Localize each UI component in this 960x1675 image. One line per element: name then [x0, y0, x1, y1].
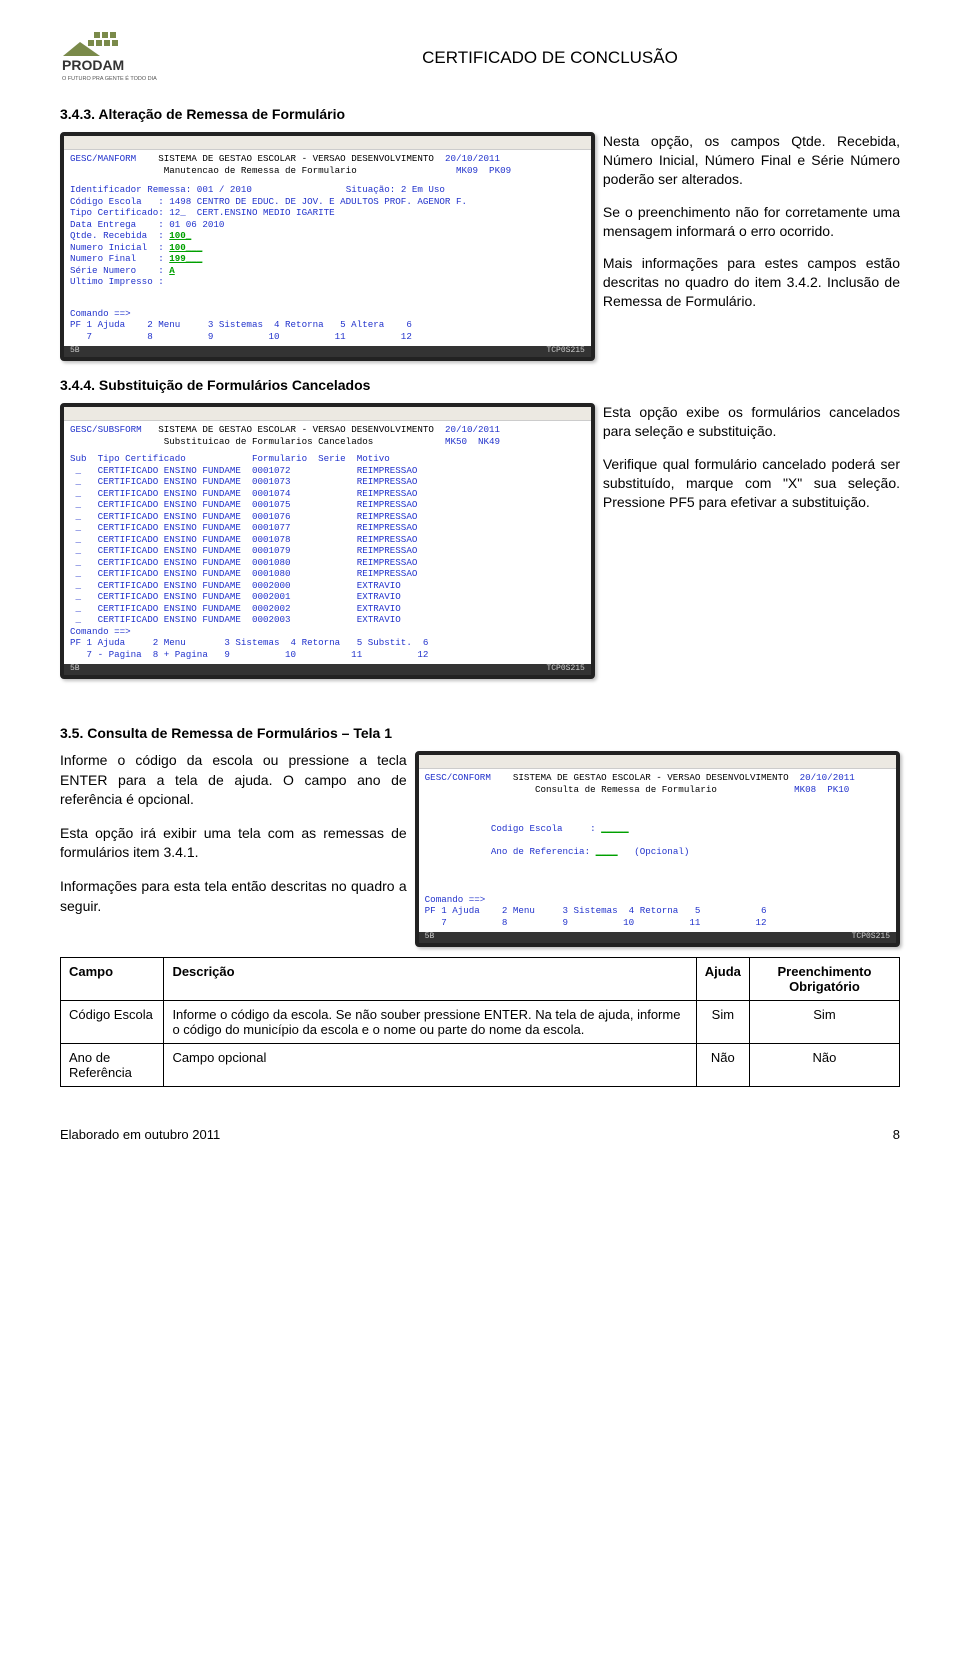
pf-keys: PF 1 Ajuda 2 Menu 3 Sistemas 4 Retorna 5…: [70, 319, 585, 342]
svg-text:PRODAM: PRODAM: [62, 57, 124, 73]
table-rows: _ CERTIFICADO ENSINO FUNDAME 0001072 REI…: [70, 465, 585, 626]
table-head: Sub Tipo Certificado Formulario Serie Mo…: [70, 453, 585, 465]
block-343: GESC/MANFORM SISTEMA DE GESTAO ESCOLAR -…: [60, 132, 900, 361]
block-35: Informe o código da escola ou pressione …: [60, 751, 900, 947]
brand-tagline: O FUTURO PRA GENTE É TODO DIA: [62, 75, 157, 82]
page-number: 8: [893, 1127, 900, 1142]
heading-35: 3.5. Consulta de Remessa de Formulários …: [60, 725, 900, 741]
table-row: Ano de Referência Campo opcional Não Não: [61, 1044, 900, 1087]
fields-table: Campo Descrição Ajuda Preenchimento Obri…: [60, 957, 900, 1087]
screenshot-toolbar: [64, 136, 591, 150]
screenshot-conform: GESC/CONFORM SISTEMA DE GESTAO ESCOLAR -…: [415, 751, 900, 947]
table-header-row: Campo Descrição Ajuda Preenchimento Obri…: [61, 958, 900, 1001]
screenshot-manform: GESC/MANFORM SISTEMA DE GESTAO ESCOLAR -…: [60, 132, 595, 361]
screenshot-toolbar: [64, 407, 591, 421]
heading-343: 3.4.3. Alteração de Remessa de Formulári…: [60, 106, 900, 122]
page-header: PRODAM O FUTURO PRA GENTE É TODO DIA CER…: [60, 30, 900, 90]
paragraph: Se o preenchimento não for corretamente …: [603, 203, 900, 241]
paragraph: Esta opção exibe os formulários cancelad…: [603, 403, 900, 441]
page-footer: Elaborado em outubro 2011 8: [60, 1127, 900, 1142]
table-row: Código Escola Informe o código da escola…: [61, 1001, 900, 1044]
col-ajuda: Ajuda: [696, 958, 749, 1001]
block-344: GESC/SUBSFORM SISTEMA DE GESTAO ESCOLAR …: [60, 403, 900, 679]
cmd-line: Comando ==>: [425, 894, 890, 906]
paragraph: Verifique qual formulário cancelado pode…: [603, 455, 900, 512]
screenshot-header: GESC/SUBSFORM SISTEMA DE GESTAO ESCOLAR …: [70, 424, 585, 447]
status-bar: 5BTCP0S215: [64, 346, 591, 357]
screenshot-body: Codigo Escola : _____ Ano de Referencia:…: [425, 823, 890, 858]
heading-344: 3.4.4. Substituição de Formulários Cance…: [60, 377, 900, 393]
screenshot-subsform: GESC/SUBSFORM SISTEMA DE GESTAO ESCOLAR …: [60, 403, 595, 679]
screenshot-toolbar: [419, 755, 896, 769]
screenshot-body: Identificador Remessa: 001 / 2010 Situaç…: [70, 184, 585, 288]
pf-keys: PF 1 Ajuda 2 Menu 3 Sistemas 4 Retorna 5…: [70, 637, 585, 660]
paragraph: Informações para esta tela então descrit…: [60, 877, 407, 916]
col-descricao: Descrição: [164, 958, 696, 1001]
footer-text: Elaborado em outubro 2011: [60, 1127, 220, 1142]
paragraph: Esta opção irá exibir uma tela com as re…: [60, 824, 407, 863]
col-campo: Campo: [61, 958, 164, 1001]
screenshot-header: GESC/MANFORM SISTEMA DE GESTAO ESCOLAR -…: [70, 153, 585, 176]
cmd-line: Comando ==>: [70, 308, 585, 320]
pf-keys: PF 1 Ajuda 2 Menu 3 Sistemas 4 Retorna 5…: [425, 905, 890, 928]
brand-logo: PRODAM O FUTURO PRA GENTE É TODO DIA: [60, 30, 200, 90]
status-bar: 5BTCP0S215: [64, 664, 591, 675]
status-bar: 5BTCP0S215: [419, 932, 896, 943]
screenshot-header: GESC/CONFORM SISTEMA DE GESTAO ESCOLAR -…: [425, 772, 890, 795]
cmd-line: Comando ==>: [70, 626, 585, 638]
col-obrig: Preenchimento Obrigatório: [749, 958, 899, 1001]
paragraph: Mais informações para estes campos estão…: [603, 254, 900, 311]
paragraph: Informe o código da escola ou pressione …: [60, 751, 407, 810]
paragraph: Nesta opção, os campos Qtde. Recebida, N…: [603, 132, 900, 189]
doc-title: CERTIFICADO DE CONCLUSÃO: [200, 48, 900, 68]
